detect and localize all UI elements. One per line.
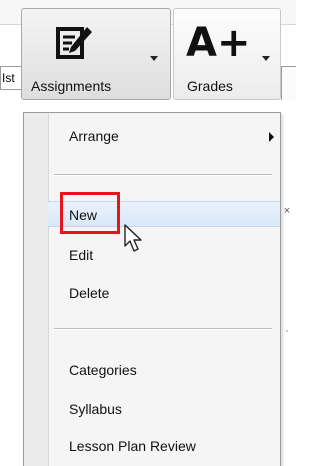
assignments-menu-button[interactable]: Assignments	[21, 8, 171, 100]
menu-item-arrange[interactable]: Arrange	[48, 123, 280, 149]
chevron-down-icon	[262, 56, 270, 61]
grades-label: Grades	[187, 78, 233, 94]
chevron-down-icon	[150, 56, 158, 61]
mouse-pointer-icon	[124, 224, 142, 252]
menu-item-label: Syllabus	[69, 401, 122, 417]
partial-background-marker: ·	[285, 325, 289, 337]
grades-menu-button[interactable]: A+ Grades	[173, 8, 281, 100]
partial-close-icon: ×	[283, 205, 291, 217]
assignments-dropdown-menu: Arrange New Edit Delete Categories Sylla…	[23, 112, 281, 466]
assignment-edit-icon	[56, 27, 92, 59]
menu-item-label: Delete	[69, 285, 110, 301]
menu-icon-gutter	[24, 113, 49, 466]
menu-item-label: Edit	[69, 247, 94, 263]
menu-item-label: Arrange	[69, 128, 119, 144]
menu-item-label: Categories	[69, 362, 137, 378]
partial-background-panel	[281, 66, 296, 100]
submenu-arrow-icon	[269, 132, 274, 142]
menu-item-categories[interactable]: Categories	[48, 357, 280, 383]
new-highlight-box	[60, 192, 120, 234]
menu-item-delete[interactable]: Delete	[48, 280, 280, 306]
menu-item-label: Lesson Plan Review	[69, 438, 196, 454]
assignments-label: Assignments	[31, 78, 112, 94]
menu-separator	[54, 328, 272, 330]
menu-item-edit[interactable]: Edit	[48, 242, 280, 268]
menu-item-syllabus[interactable]: Syllabus	[48, 396, 280, 422]
grades-icon: A+	[186, 20, 251, 66]
menu-separator	[54, 174, 272, 176]
menu-item-lesson-plan-review[interactable]: Lesson Plan Review	[48, 433, 280, 459]
